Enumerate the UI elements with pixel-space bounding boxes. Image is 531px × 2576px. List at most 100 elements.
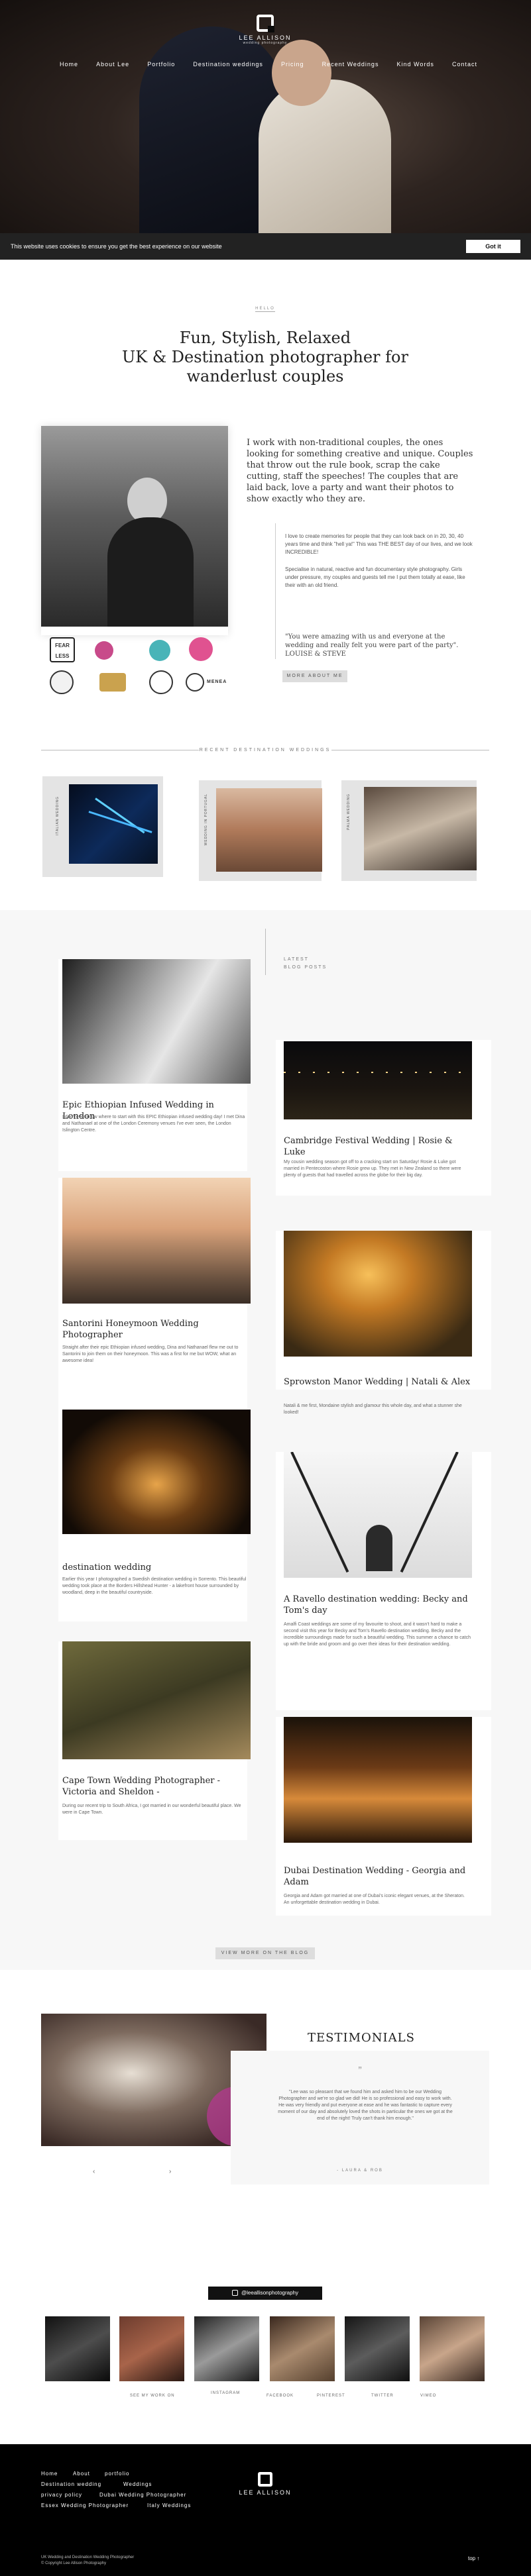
nav-destination[interactable]: Destination weddings	[193, 61, 263, 68]
social-twitter[interactable]: TWITTER	[371, 2394, 394, 2398]
blog-tag-latest: LATEST	[284, 957, 309, 962]
footer-link-privacy[interactable]: privacy policy	[41, 2492, 82, 2498]
nav-recent[interactable]: Recent Weddings	[322, 61, 379, 68]
blog-excerpt: Earlier this year I photographed a Swedi…	[62, 1577, 247, 1595]
destination-photo-palma	[364, 787, 477, 870]
instagram-photo[interactable]	[194, 2316, 259, 2381]
blog-photo-dubai	[284, 1717, 472, 1843]
blog-card[interactable]: Sprowston Manor Wedding | Natali & Alex …	[276, 1231, 491, 1415]
portrait-jacket	[107, 517, 194, 627]
blog-title[interactable]: Cape Town Wedding Photographer - Victori…	[62, 1775, 248, 1798]
footer-link-home[interactable]: Home	[41, 2471, 58, 2477]
nav-kind-words[interactable]: Kind Words	[397, 61, 434, 68]
logo-sub: wedding photography	[243, 41, 288, 45]
instagram-photo[interactable]	[420, 2316, 485, 2381]
instagram-icon	[232, 2290, 239, 2296]
social-facebook[interactable]: FACEBOOK	[266, 2394, 294, 2398]
footer-link-italy[interactable]: Italy Weddings	[147, 2502, 191, 2508]
badge-award	[186, 673, 204, 692]
blog-card[interactable]: destination wedding Earlier this year I …	[58, 1410, 251, 1622]
blog-vertical-rule	[265, 929, 266, 975]
title-line-1: Fun, Stylish, Relaxed	[179, 329, 351, 347]
badge-fearless-award	[99, 673, 126, 692]
badge-best-of	[50, 670, 74, 694]
instagram-handle-button[interactable]: @leeallisonphotography	[208, 2287, 322, 2300]
blog-card[interactable]: Cambridge Festival Wedding | Rosie & Luk…	[276, 1040, 491, 1196]
nav-home[interactable]: Home	[60, 61, 78, 68]
social-instagram[interactable]: INSTAGRAM	[211, 2391, 240, 2395]
back-to-top-label: top	[468, 2555, 476, 2561]
destination-card-italy[interactable]: ITALIAN WEDDING	[42, 776, 163, 877]
awards-badges: FEAR LESS MENEA	[46, 636, 232, 697]
testimonial-prev-arrow[interactable]: ‹	[93, 2168, 95, 2175]
blog-photo-ethiopian	[62, 959, 251, 1084]
testimonial-next-arrow[interactable]: ›	[169, 2168, 171, 2175]
destination-card-palma[interactable]: PALMA WEDDING	[341, 780, 477, 881]
site-logo[interactable]: LEE ALLISON wedding photography	[233, 15, 297, 45]
instagram-photo[interactable]	[45, 2316, 110, 2381]
logo-mark-icon	[257, 15, 274, 32]
instagram-photo[interactable]	[119, 2316, 184, 2381]
intro-quote: "You were amazing with us and everyone a…	[285, 633, 459, 658]
footer-logo-mark-icon	[258, 2472, 272, 2487]
footer-logo-name: LEE ALLISON	[239, 2489, 292, 2496]
footer-link-weddings[interactable]: Weddings	[123, 2481, 152, 2487]
instagram-photo[interactable]	[345, 2316, 410, 2381]
more-about-me-button[interactable]: MORE ABOUT ME	[282, 670, 347, 682]
bride-figure	[259, 79, 391, 233]
cookie-accept-button[interactable]: Got it	[466, 240, 520, 253]
shadow-line	[290, 1452, 349, 1573]
footer-link-dubai[interactable]: Dubai Wedding Photographer	[99, 2492, 186, 2498]
badge-lovemydress	[189, 637, 213, 661]
intro-lead: I work with non-traditional couples, the…	[247, 438, 473, 504]
blog-card[interactable]: Cape Town Wedding Photographer - Victori…	[58, 1641, 251, 1840]
footer-copyright-1: UK Wedding and Destination Wedding Photo…	[41, 2555, 135, 2559]
site-footer: Home About portfolio Destination wedding…	[0, 2444, 531, 2576]
back-to-top-link[interactable]: top ↑	[468, 2555, 479, 2561]
arrow-up-icon: ↑	[477, 2555, 480, 2561]
cookie-text: This website uses cookies to ensure you …	[11, 243, 222, 250]
footer-link-destination[interactable]: Destination wedding	[41, 2481, 101, 2487]
footer-link-about[interactable]: About	[73, 2471, 90, 2477]
blog-card[interactable]: Epic Ethiopian Infused Wedding in London…	[58, 959, 251, 1171]
blog-tag-posts: BLOG POSTS	[284, 965, 327, 970]
blog-title[interactable]: Dubai Destination Wedding - Georgia and …	[284, 1865, 472, 1888]
blog-title[interactable]: Cambridge Festival Wedding | Rosie & Luk…	[284, 1135, 472, 1158]
blog-card[interactable]: A Ravello destination wedding: Becky and…	[276, 1452, 491, 1710]
blog-title[interactable]: Santorini Honeymoon Wedding Photographer	[62, 1318, 248, 1341]
testimonial-card: ” "Lee was so pleasant that we found him…	[231, 2051, 489, 2185]
blog-title[interactable]: destination wedding	[62, 1562, 248, 1573]
blog-title[interactable]: Sprowston Manor Wedding | Natali & Alex	[284, 1376, 472, 1388]
footer-link-essex[interactable]: Essex Wedding Photographer	[41, 2502, 129, 2508]
blog-card[interactable]: Santorini Honeymoon Wedding Photographer…	[58, 1178, 251, 1416]
instagram-handle: @leeallisonphotography	[241, 2290, 298, 2296]
logo-name: LEE ALLISON	[239, 34, 292, 41]
nav-contact[interactable]: Contact	[452, 61, 477, 68]
page-title: Fun, Stylish, Relaxed UK & Destination p…	[99, 329, 431, 386]
social-pinterest[interactable]: PINTEREST	[317, 2394, 345, 2398]
instagram-photo[interactable]	[270, 2316, 335, 2381]
badge-nominated	[149, 670, 173, 694]
blog-photo-cambridge	[284, 1041, 472, 1119]
social-vimeo[interactable]: VIMEO	[420, 2394, 436, 2398]
footer-link-portfolio[interactable]: portfolio	[105, 2471, 129, 2477]
badge-fearless: FEAR LESS	[50, 637, 75, 662]
nav-pricing[interactable]: Pricing	[281, 61, 304, 68]
title-line-3: wanderlust couples	[186, 367, 344, 386]
blog-excerpt: My cousin wedding season got off to a cr…	[284, 1160, 461, 1178]
shadow-line	[400, 1452, 459, 1573]
blog-card[interactable]: Dubai Destination Wedding - Georgia and …	[276, 1717, 491, 1916]
footer-logo[interactable]: LEE ALLISON	[237, 2472, 293, 2496]
nav-portfolio[interactable]: Portfolio	[147, 61, 175, 68]
view-more-blog-button[interactable]: VIEW MORE ON THE BLOG	[215, 1947, 315, 1959]
testimonial-author: - LAURA & ROB	[337, 2169, 383, 2173]
blog-title[interactable]: A Ravello destination wedding: Becky and…	[284, 1594, 472, 1616]
destination-label: WEDDING IN PORTUGAL	[204, 794, 208, 846]
quote-icon: ”	[358, 2065, 362, 2077]
about-card	[41, 426, 228, 635]
blog-photo-sprowston	[284, 1231, 472, 1357]
destination-card-portugal[interactable]: WEDDING IN PORTUGAL	[199, 780, 322, 881]
destination-label: PALMA WEDDING	[347, 794, 351, 830]
nav-about[interactable]: About Lee	[96, 61, 129, 68]
bride-face	[272, 40, 331, 106]
